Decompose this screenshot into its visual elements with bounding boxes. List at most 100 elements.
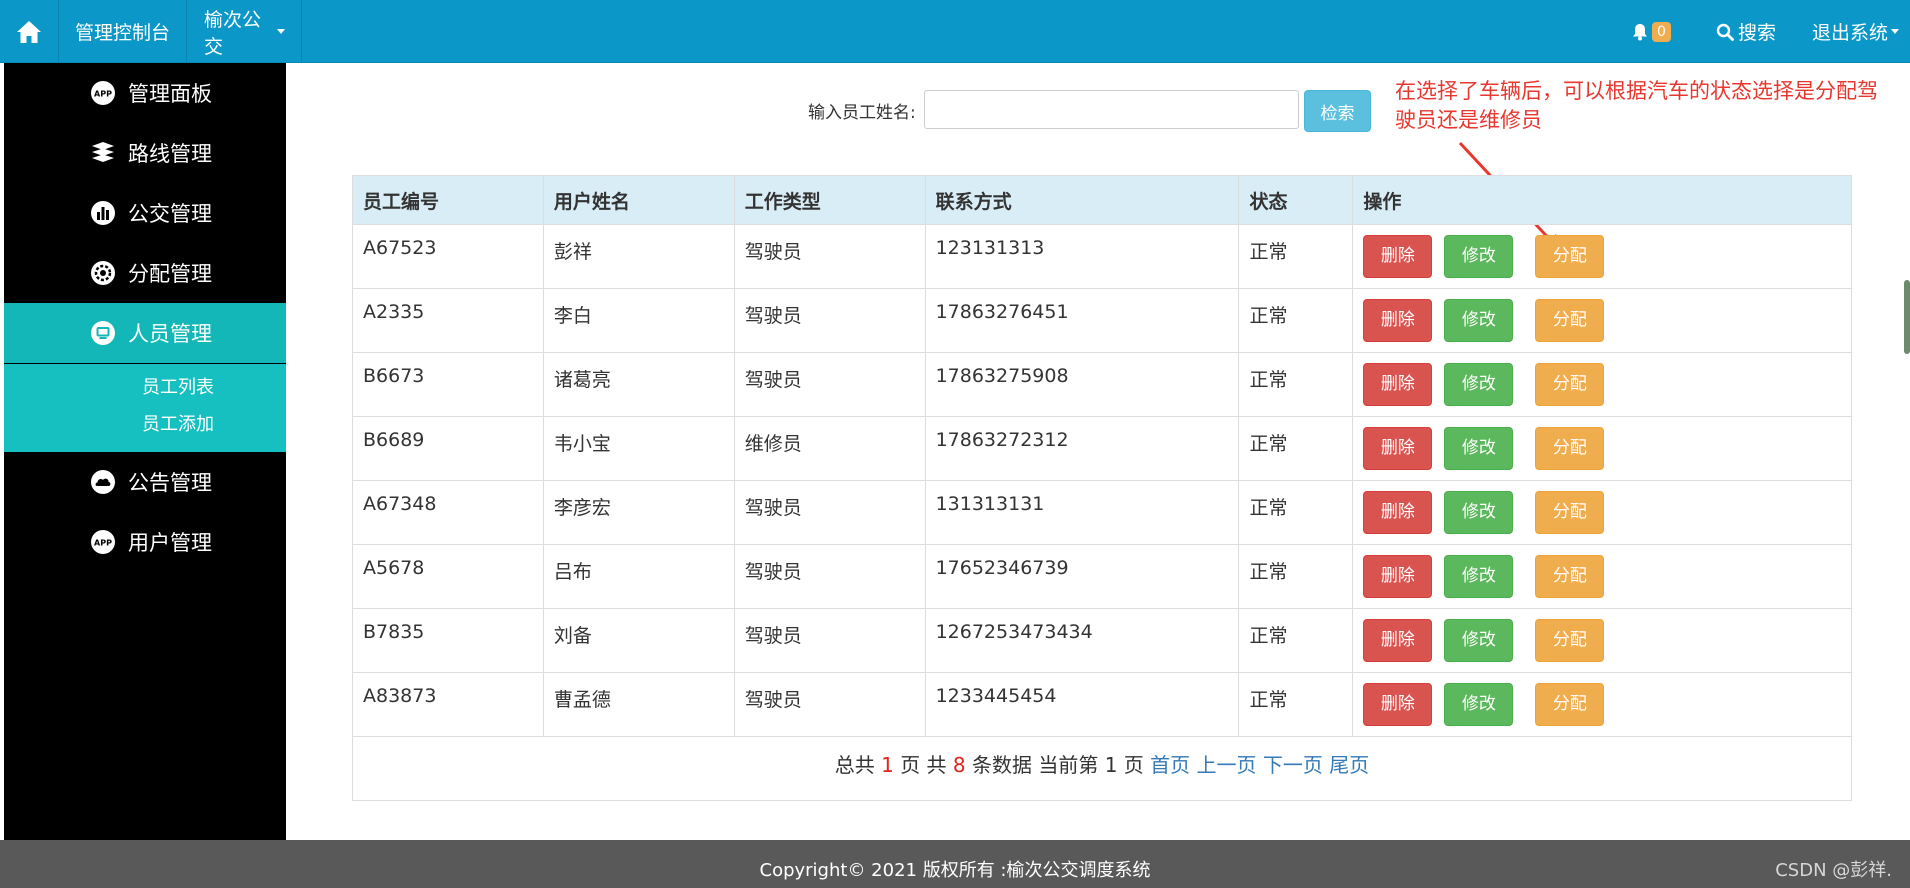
- search-icon: [1716, 23, 1734, 41]
- delete-button[interactable]: 删除: [1363, 619, 1433, 662]
- edit-button[interactable]: 修改: [1444, 491, 1514, 534]
- delete-button[interactable]: 删除: [1363, 491, 1433, 534]
- cell-contact: 17863272312: [924, 416, 1240, 481]
- sidebar-item-buses[interactable]: 公交管理: [4, 183, 286, 243]
- cell-job-type: 维修员: [733, 416, 926, 481]
- submenu-staff-add[interactable]: 员工添加: [142, 410, 214, 436]
- delete-button[interactable]: 删除: [1363, 363, 1433, 406]
- assign-button[interactable]: 分配: [1535, 299, 1605, 342]
- header-status: 状态: [1238, 175, 1354, 225]
- search-submit-button[interactable]: 检索: [1304, 90, 1371, 132]
- pager-records-unit: 条数据 当前第 1 页: [972, 753, 1144, 777]
- nav-control-panel[interactable]: 管理控制台: [59, 0, 187, 63]
- scrollbar-thumb[interactable]: [1904, 280, 1910, 354]
- delete-button[interactable]: 删除: [1363, 427, 1433, 470]
- pager-pages-unit: 页 共: [900, 753, 947, 777]
- notification-button[interactable]: 0: [1632, 0, 1671, 63]
- cell-employee-id: A5678: [352, 544, 544, 609]
- cell-actions: 删除 修改 分配: [1352, 544, 1852, 609]
- table-row: B7835 刘备 驾驶员 1267253473434 正常 删除 修改 分配: [352, 608, 1852, 673]
- home-button[interactable]: [0, 0, 59, 63]
- sidebar-item-routes[interactable]: 路线管理: [4, 123, 286, 183]
- assign-button[interactable]: 分配: [1535, 427, 1605, 470]
- sidebar-item-assignment[interactable]: 分配管理: [4, 243, 286, 303]
- sidebar-item-staff[interactable]: 人员管理: [4, 303, 286, 363]
- cell-status: 正常: [1238, 416, 1354, 481]
- cell-employee-id: A83873: [352, 672, 544, 737]
- cell-status: 正常: [1238, 480, 1354, 545]
- footer: Copyright© 2021 版权所有 :榆次公交调度系统: [0, 840, 1910, 888]
- edit-button[interactable]: 修改: [1444, 619, 1514, 662]
- submenu-staff-list[interactable]: 员工列表: [142, 373, 214, 399]
- table-row: A5678 吕布 驾驶员 17652346739 正常 删除 修改 分配: [352, 544, 1852, 609]
- employee-name-input[interactable]: [924, 90, 1299, 129]
- nav-search-button[interactable]: 搜索: [1716, 0, 1776, 63]
- sidebar-item-label: 路线管理: [128, 142, 212, 166]
- annotation-note: 在选择了车辆后，可以根据汽车的状态选择是分配驾驶员还是维修员: [1395, 79, 1878, 132]
- assign-button[interactable]: 分配: [1535, 619, 1605, 662]
- cell-contact: 17863275908: [924, 352, 1240, 417]
- edit-button[interactable]: 修改: [1444, 427, 1514, 470]
- sidebar-item-label: 分配管理: [128, 262, 212, 286]
- sidebar-item-label: 人员管理: [128, 322, 212, 346]
- edit-button[interactable]: 修改: [1444, 299, 1514, 342]
- cell-employee-id: A67348: [352, 480, 544, 545]
- cell-employee-id: B6689: [352, 416, 544, 481]
- delete-button[interactable]: 删除: [1363, 235, 1433, 278]
- sidebar-item-announcements[interactable]: 公告管理: [4, 452, 286, 512]
- edit-button[interactable]: 修改: [1444, 683, 1514, 726]
- pager-prev-link[interactable]: 上一页: [1197, 753, 1257, 777]
- table-header-row: 员工编号 用户姓名 工作类型 联系方式 状态 操作: [352, 175, 1852, 225]
- pager-record-count: 8: [952, 753, 966, 777]
- cloud-icon: [91, 470, 115, 494]
- pager-last-link[interactable]: 尾页: [1329, 753, 1369, 777]
- assign-button[interactable]: 分配: [1535, 363, 1605, 406]
- staff-table: 员工编号 用户姓名 工作类型 联系方式 状态 操作 A67523 彭祥 驾驶员 123…: [352, 175, 1852, 801]
- layers-icon: [92, 142, 114, 162]
- cell-job-type: 驾驶员: [733, 480, 926, 545]
- cell-contact: 131313131: [924, 480, 1240, 545]
- cell-job-type: 驾驶员: [733, 224, 926, 289]
- pager-next-link[interactable]: 下一页: [1263, 753, 1323, 777]
- bar-chart-icon: [91, 201, 115, 225]
- pager-first-link[interactable]: 首页: [1150, 753, 1190, 777]
- table-row: A2335 李白 驾驶员 17863276451 正常 删除 修改 分配: [352, 288, 1852, 353]
- caret-down-icon: [1891, 29, 1900, 34]
- cell-actions: 删除 修改 分配: [1352, 608, 1852, 673]
- assign-button[interactable]: 分配: [1535, 235, 1605, 278]
- monitor-icon: [91, 321, 115, 345]
- cell-contact: 1267253473434: [924, 608, 1240, 673]
- assign-button[interactable]: 分配: [1535, 683, 1605, 726]
- header-employee-id: 员工编号: [352, 175, 544, 225]
- nav-control-panel-label: 管理控制台: [75, 22, 171, 44]
- edit-button[interactable]: 修改: [1444, 235, 1514, 278]
- nav-bus-dropdown-label: 榆次公交: [204, 8, 262, 58]
- caret-down-icon: [277, 29, 285, 34]
- cell-user-name: 彭祥: [542, 224, 735, 289]
- delete-button[interactable]: 删除: [1363, 299, 1433, 342]
- cell-job-type: 驾驶员: [733, 288, 926, 353]
- cell-status: 正常: [1238, 544, 1354, 609]
- sidebar-item-users[interactable]: APP 用户管理: [4, 512, 286, 572]
- delete-button[interactable]: 删除: [1363, 555, 1433, 598]
- header-user-name: 用户姓名: [542, 175, 735, 225]
- cell-contact: 1233445454: [924, 672, 1240, 737]
- table-row: B6673 诸葛亮 驾驶员 17863275908 正常 删除 修改 分配: [352, 352, 1852, 417]
- assign-button[interactable]: 分配: [1535, 555, 1605, 598]
- cell-user-name: 诸葛亮: [542, 352, 735, 417]
- assign-button[interactable]: 分配: [1535, 491, 1605, 534]
- cell-user-name: 李白: [542, 288, 735, 353]
- delete-button[interactable]: 删除: [1363, 683, 1433, 726]
- cell-job-type: 驾驶员: [733, 352, 926, 417]
- sidebar-item-label: 管理面板: [128, 82, 212, 106]
- cell-user-name: 刘备: [542, 608, 735, 673]
- cell-contact: 123131313: [924, 224, 1240, 289]
- nav-search-label: 搜索: [1738, 22, 1777, 44]
- logout-label: 退出系统: [1812, 22, 1889, 44]
- nav-bus-dropdown[interactable]: 榆次公交: [188, 0, 302, 63]
- staff-submenu: 员工列表 员工添加: [4, 364, 286, 452]
- edit-button[interactable]: 修改: [1444, 555, 1514, 598]
- edit-button[interactable]: 修改: [1444, 363, 1514, 406]
- sidebar-item-dashboard[interactable]: APP 管理面板: [4, 63, 286, 123]
- logout-dropdown[interactable]: 退出系统: [1812, 0, 1900, 63]
